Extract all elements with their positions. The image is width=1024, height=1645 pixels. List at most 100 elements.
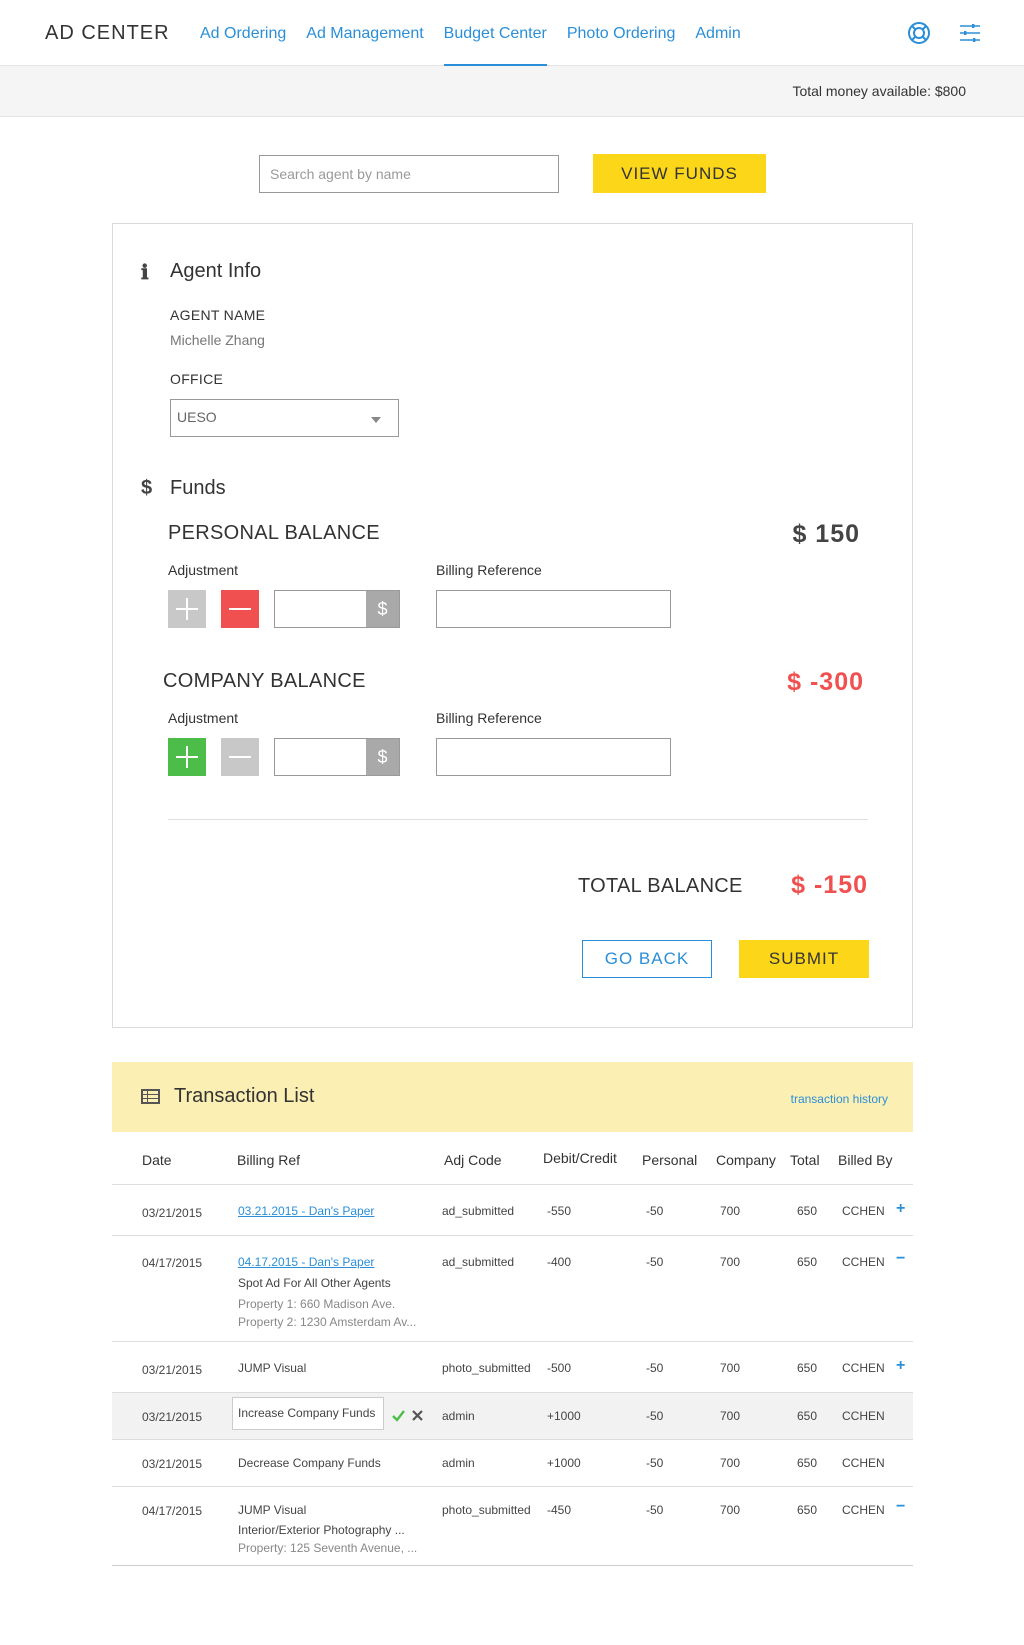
- table-icon: [141, 1089, 160, 1104]
- agent-name-value: Michelle Zhang: [170, 332, 265, 348]
- brand-logo[interactable]: AD CENTER: [45, 22, 170, 45]
- cell-date: 04/17/2015: [142, 1504, 203, 1518]
- company-balance-value: $ -300: [787, 668, 864, 696]
- col-personal: Personal: [642, 1152, 698, 1168]
- nav-photo-ordering[interactable]: Photo Ordering: [567, 0, 676, 66]
- cell-debit-credit: +1000: [547, 1456, 581, 1470]
- cell-total: 650: [797, 1503, 818, 1517]
- top-navbar: AD CENTER Ad Ordering Ad Management Budg…: [0, 0, 1024, 66]
- company-amount-input[interactable]: $: [274, 738, 400, 776]
- cell-total: 650: [797, 1409, 818, 1423]
- cell-total: 650: [797, 1361, 818, 1375]
- personal-increase-button[interactable]: [168, 590, 206, 628]
- cell-adj-code: ad_submitted: [442, 1255, 515, 1269]
- money-bar: Total money available: $800: [0, 66, 1024, 117]
- company-billing-ref-label: Billing Reference: [436, 710, 542, 726]
- transaction-list-title: Transaction List: [174, 1085, 315, 1107]
- agent-search-input[interactable]: [259, 155, 559, 193]
- cell-ref-detail: Spot Ad For All Other Agents: [238, 1276, 391, 1290]
- minus-icon: [229, 756, 251, 758]
- table-row[interactable]: 04/17/2015 JUMP Visual Interior/Exterior…: [112, 1486, 913, 1565]
- cell-adj-code: photo_submitted: [442, 1503, 531, 1517]
- transaction-list-header: Transaction List transaction history: [112, 1062, 913, 1132]
- company-adjustment-label: Adjustment: [168, 710, 239, 726]
- col-billed-by: Billed By: [838, 1152, 893, 1168]
- cell-date: 03/21/2015: [142, 1206, 203, 1220]
- cell-date: 03/21/2015: [142, 1410, 203, 1424]
- col-total: Total: [790, 1152, 820, 1168]
- table-row[interactable]: 03/21/2015 Increase Company Funds admin …: [112, 1392, 913, 1439]
- cell-company: 700: [720, 1204, 741, 1218]
- table-row[interactable]: 03/21/2015 03.21.2015 - Dan's Paper ad_s…: [112, 1184, 913, 1235]
- sliders-icon[interactable]: [958, 21, 982, 45]
- nav-ad-management[interactable]: Ad Management: [306, 0, 423, 66]
- agent-funds-card: ℹ Agent Info AGENT NAME Michelle Zhang O…: [112, 223, 913, 1028]
- personal-balance-value: $ 150: [792, 520, 860, 548]
- cell-billed-by: CCHEN: [842, 1361, 885, 1375]
- cell-debit-credit: -550: [547, 1204, 572, 1218]
- cell-billing-ref-link[interactable]: 03.21.2015 - Dan's Paper: [238, 1204, 374, 1218]
- personal-billing-ref-input[interactable]: [436, 590, 671, 628]
- chevron-down-icon: [371, 417, 381, 423]
- cell-ref-property: Property: 125 Seventh Avenue, ...: [238, 1541, 418, 1555]
- company-balance-label: COMPANY BALANCE: [163, 670, 366, 692]
- company-decrease-button[interactable]: [221, 738, 259, 776]
- funds-title: Funds: [170, 477, 226, 499]
- collapse-icon[interactable]: −: [896, 1250, 905, 1268]
- cell-personal: -50: [646, 1361, 664, 1375]
- submit-button[interactable]: SUBMIT: [739, 940, 869, 978]
- nav-budget-center[interactable]: Budget Center: [443, 0, 547, 66]
- col-company: Company: [716, 1152, 776, 1168]
- personal-decrease-button[interactable]: [221, 590, 259, 628]
- personal-adjustment-label: Adjustment: [168, 562, 239, 578]
- company-increase-button[interactable]: [168, 738, 206, 776]
- expand-icon[interactable]: +: [896, 1357, 905, 1375]
- lifebuoy-icon[interactable]: [907, 21, 931, 45]
- cell-total: 650: [797, 1255, 818, 1269]
- view-funds-button[interactable]: VIEW FUNDS: [593, 154, 766, 193]
- cell-debit-credit: -500: [547, 1361, 572, 1375]
- cell-ref-property: Property 2: 1230 Amsterdam Av...: [238, 1315, 417, 1329]
- total-balance-value: $ -150: [791, 871, 868, 899]
- company-billing-ref-input[interactable]: [436, 738, 671, 776]
- personal-amount-input[interactable]: $: [274, 590, 400, 628]
- cell-billed-by: CCHEN: [842, 1456, 885, 1470]
- cell-ref-detail: Interior/Exterior Photography ...: [238, 1523, 405, 1537]
- cell-company: 700: [720, 1361, 741, 1375]
- col-adj-code: Adj Code: [444, 1152, 502, 1168]
- office-label: OFFICE: [170, 371, 224, 387]
- table-row[interactable]: 03/21/2015 Decrease Company Funds admin …: [112, 1439, 913, 1486]
- check-icon[interactable]: [392, 1409, 405, 1422]
- close-icon[interactable]: [412, 1410, 423, 1421]
- total-balance-label: TOTAL BALANCE: [578, 875, 743, 897]
- col-date: Date: [142, 1152, 172, 1168]
- cell-date: 04/17/2015: [142, 1256, 203, 1270]
- cell-company: 700: [720, 1409, 741, 1423]
- transaction-history-link[interactable]: transaction history: [791, 1092, 888, 1106]
- table-row[interactable]: 04/17/2015 04.17.2015 - Dan's Paper Spot…: [112, 1235, 913, 1341]
- table-bottom-border: [112, 1565, 913, 1566]
- office-select[interactable]: UESO: [170, 399, 399, 437]
- currency-addon: $: [366, 591, 399, 627]
- nav-admin[interactable]: Admin: [695, 0, 740, 66]
- col-debit-credit: Debit/Credit: [543, 1150, 617, 1166]
- cell-personal: -50: [646, 1409, 664, 1423]
- cell-debit-credit: -400: [547, 1255, 572, 1269]
- cell-total: 650: [797, 1204, 818, 1218]
- cell-date: 03/21/2015: [142, 1363, 203, 1377]
- collapse-icon[interactable]: −: [896, 1498, 905, 1516]
- expand-icon[interactable]: +: [896, 1200, 905, 1218]
- nav-ad-ordering[interactable]: Ad Ordering: [200, 0, 286, 66]
- cell-billing-ref-link[interactable]: 04.17.2015 - Dan's Paper: [238, 1255, 374, 1269]
- office-select-value: UESO: [177, 409, 217, 425]
- billing-ref-edit-input[interactable]: Increase Company Funds: [232, 1397, 384, 1430]
- table-row[interactable]: 03/21/2015 JUMP Visual photo_submitted -…: [112, 1341, 913, 1392]
- agent-name-label: AGENT NAME: [170, 307, 266, 323]
- cell-billed-by: CCHEN: [842, 1409, 885, 1423]
- divider: [168, 819, 868, 820]
- go-back-button[interactable]: GO BACK: [582, 940, 712, 978]
- cell-billed-by: CCHEN: [842, 1503, 885, 1517]
- main-nav: Ad Ordering Ad Management Budget Center …: [200, 0, 761, 66]
- cell-company: 700: [720, 1456, 741, 1470]
- cell-billing-ref: Decrease Company Funds: [238, 1456, 381, 1470]
